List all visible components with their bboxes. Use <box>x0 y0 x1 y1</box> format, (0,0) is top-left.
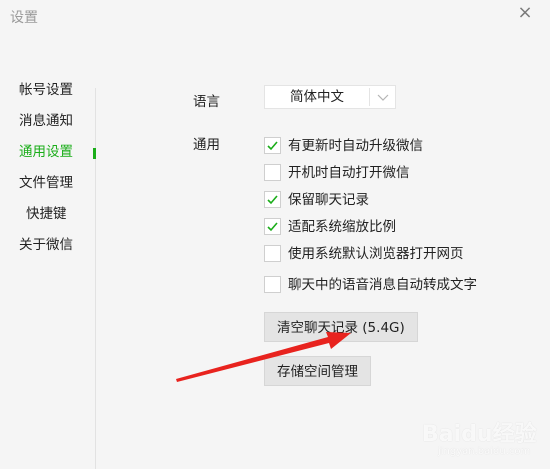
sidebar-item-files[interactable]: 文件管理 <box>0 168 95 199</box>
system-scaling-checkbox[interactable] <box>264 218 281 235</box>
sidebar-item-label: 通用设置 <box>19 144 73 160</box>
close-button[interactable]: × <box>514 2 536 24</box>
sidebar-item-label: 帐号设置 <box>19 82 73 98</box>
sidebar-item-account[interactable]: 帐号设置 <box>0 75 95 106</box>
check-icon <box>267 222 278 232</box>
sidebar-item-general[interactable]: 通用设置 <box>0 137 95 168</box>
sidebar-divider <box>95 88 96 469</box>
storage-management-button[interactable]: 存储空间管理 <box>264 356 371 386</box>
window-title: 设置 <box>10 10 38 26</box>
active-indicator <box>93 148 96 159</box>
launch-on-startup-checkbox[interactable] <box>264 164 281 181</box>
select-divider <box>369 88 370 106</box>
watermark-url: jingyan.baidu.com <box>438 446 531 457</box>
auto-update-checkbox[interactable] <box>264 137 281 154</box>
check-icon <box>267 141 278 151</box>
sidebar-item-label: 消息通知 <box>19 113 73 129</box>
sidebar-item-notifications[interactable]: 消息通知 <box>0 106 95 137</box>
keep-chat-history-checkbox[interactable] <box>264 191 281 208</box>
language-select-value: 简体中文 <box>290 89 344 105</box>
sidebar-item-label: 文件管理 <box>19 175 73 191</box>
sidebar-item-label: 关于微信 <box>19 237 73 253</box>
close-icon: × <box>517 2 533 23</box>
option-label: 有更新时自动升级微信 <box>288 138 423 154</box>
option-label: 聊天中的语音消息自动转成文字 <box>288 277 477 293</box>
option-label: 适配系统缩放比例 <box>288 219 396 235</box>
watermark-logo: Baidu经验 <box>422 422 537 447</box>
language-select[interactable]: 简体中文 <box>264 85 396 109</box>
sidebar-item-label: 快捷键 <box>26 206 67 222</box>
option-label: 开机时自动打开微信 <box>288 165 410 181</box>
language-label: 语言 <box>193 94 220 110</box>
sidebar-item-shortcuts[interactable]: 快捷键 <box>0 199 95 230</box>
sidebar: 帐号设置 消息通知 通用设置 文件管理 快捷键 关于微信 <box>0 75 95 261</box>
chevron-down-icon <box>371 86 395 108</box>
check-icon <box>267 195 278 205</box>
clear-chat-history-button[interactable]: 清空聊天记录 (5.4G) <box>264 312 418 342</box>
general-label: 通用 <box>193 137 220 153</box>
sidebar-item-about[interactable]: 关于微信 <box>0 230 95 261</box>
default-browser-checkbox[interactable] <box>264 245 281 262</box>
option-label: 保留聊天记录 <box>288 192 369 208</box>
voice-to-text-checkbox[interactable] <box>264 276 281 293</box>
option-label: 使用系统默认浏览器打开网页 <box>288 246 464 262</box>
